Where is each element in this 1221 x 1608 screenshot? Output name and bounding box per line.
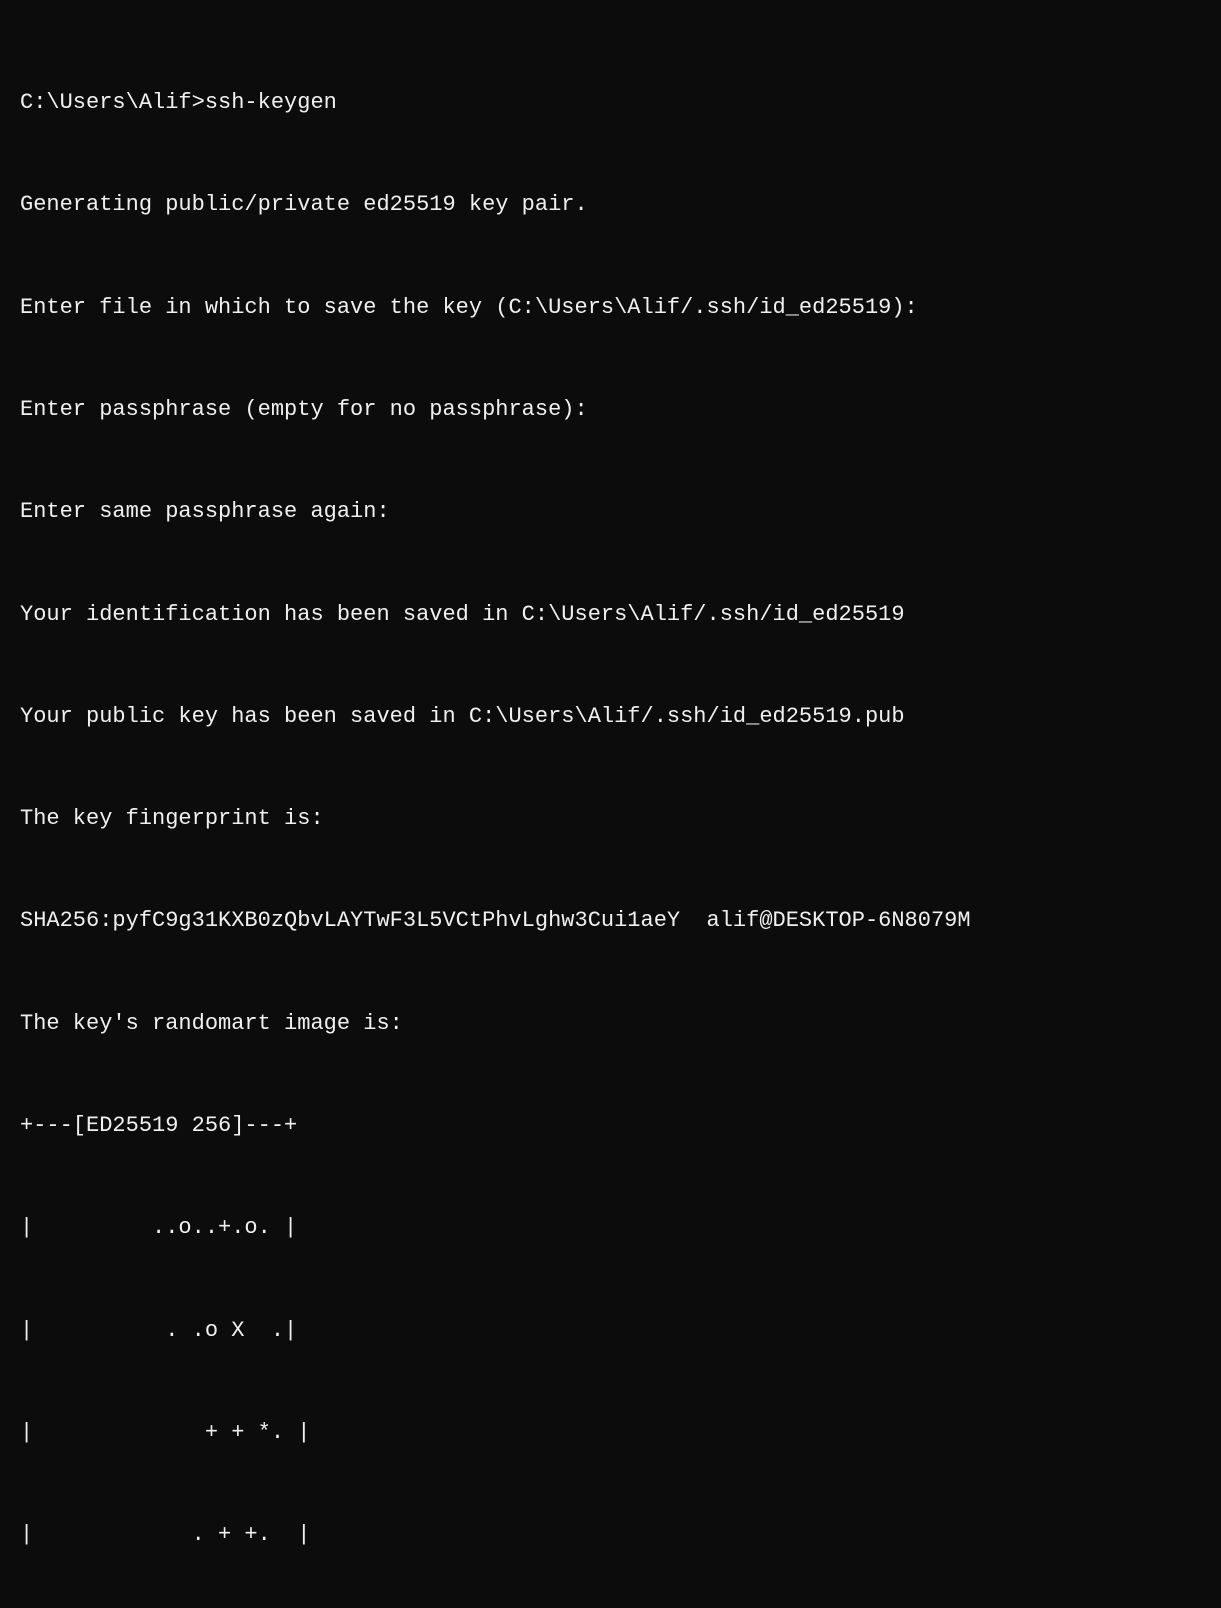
terminal-line-12: | ..o..+.o. | (20, 1211, 1201, 1245)
terminal-line-13: | . .o X .| (20, 1314, 1201, 1348)
terminal-line-15: | . + +. | (20, 1518, 1201, 1552)
terminal-line-6: Your identification has been saved in C:… (20, 598, 1201, 632)
terminal-line-10: The key's randomart image is: (20, 1007, 1201, 1041)
terminal-line-14: | + + *. | (20, 1416, 1201, 1450)
terminal-line-1: C:\Users\Alif>ssh-keygen (20, 86, 1201, 120)
terminal-line-8: The key fingerprint is: (20, 802, 1201, 836)
terminal-line-2: Generating public/private ed25519 key pa… (20, 188, 1201, 222)
terminal-window[interactable]: C:\Users\Alif>ssh-keygen Generating publ… (0, 0, 1221, 804)
terminal-line-3: Enter file in which to save the key (C:\… (20, 291, 1201, 325)
terminal-line-7: Your public key has been saved in C:\Use… (20, 700, 1201, 734)
terminal-line-11: +---[ED25519 256]---+ (20, 1109, 1201, 1143)
terminal-line-5: Enter same passphrase again: (20, 495, 1201, 529)
terminal-line-9: SHA256:pyfC9g31KXB0zQbvLAYTwF3L5VCtPhvLg… (20, 904, 1201, 938)
terminal-line-4: Enter passphrase (empty for no passphras… (20, 393, 1201, 427)
